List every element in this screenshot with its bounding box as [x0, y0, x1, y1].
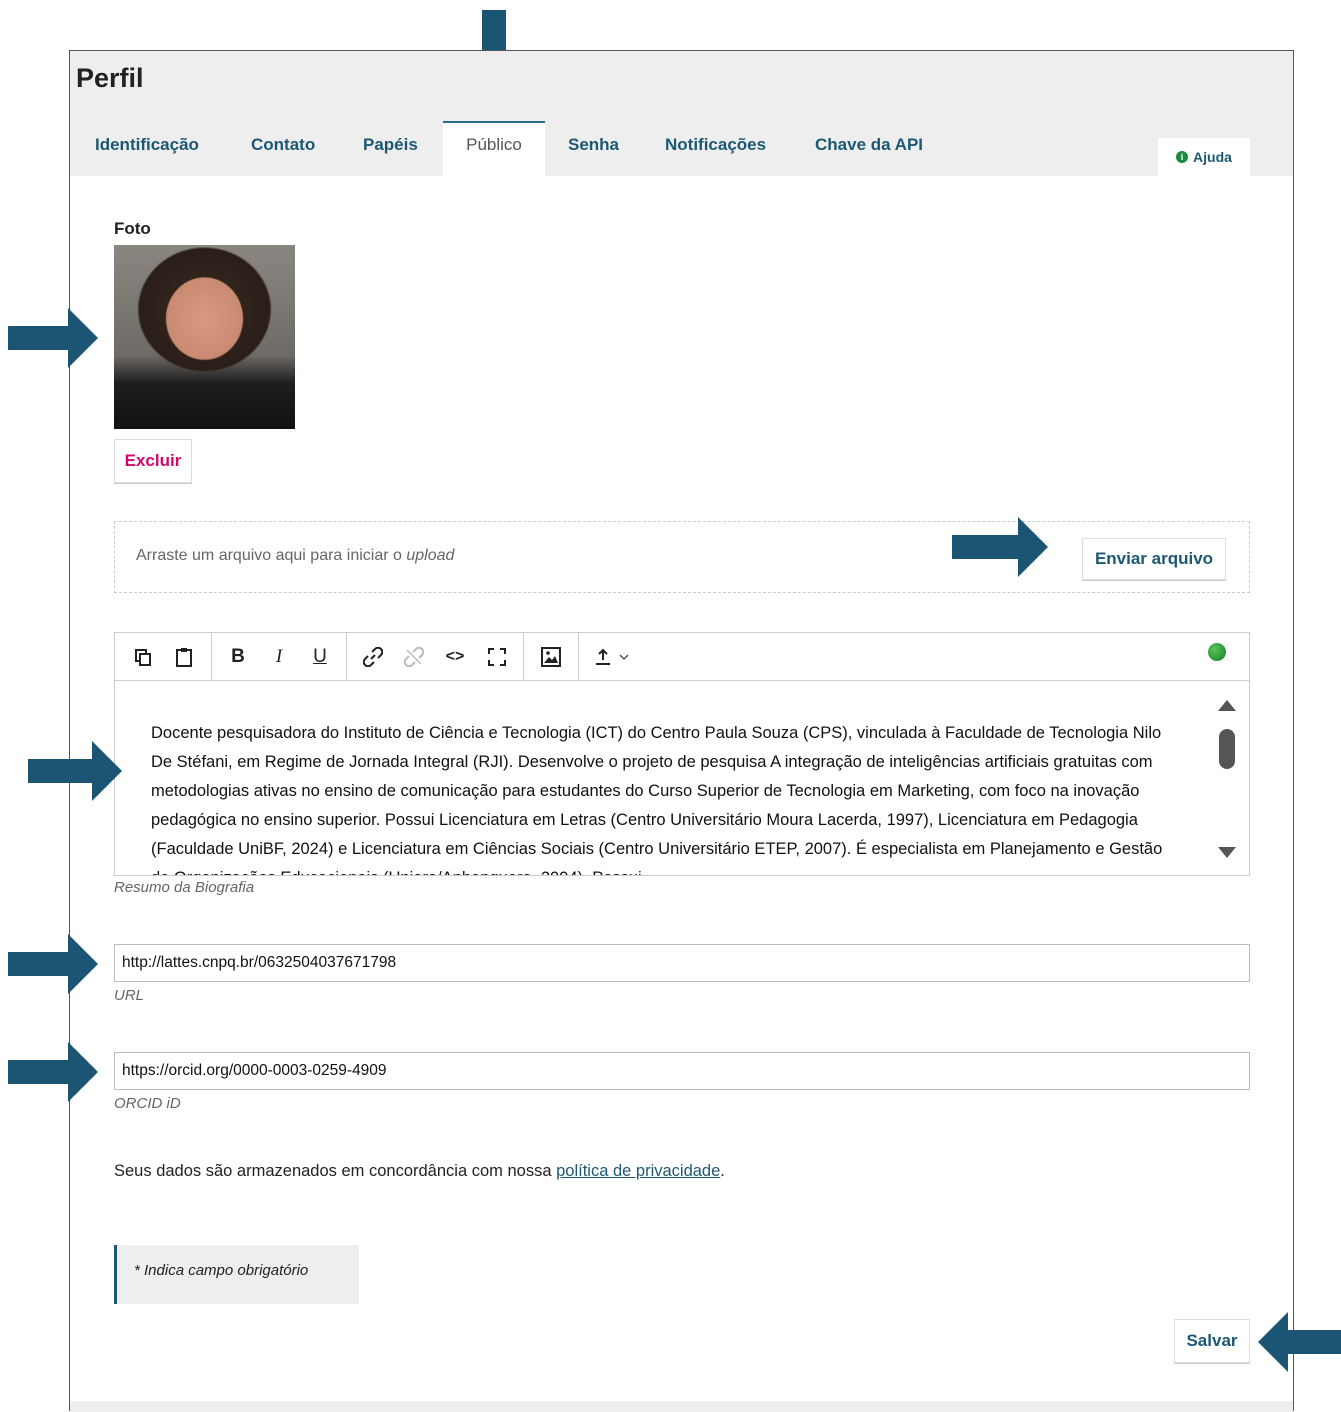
upload-icon[interactable] — [593, 645, 635, 669]
info-icon: i — [1176, 151, 1189, 163]
help-button[interactable]: i Ajuda — [1158, 138, 1250, 176]
paste-icon[interactable] — [172, 645, 196, 669]
profile-panel: Perfil Identificação Contato Papéis Públ… — [69, 50, 1294, 1412]
tab-publico[interactable]: Público — [443, 121, 545, 176]
tab-identificacao[interactable]: Identificação — [95, 121, 199, 176]
tab-papeis[interactable]: Papéis — [363, 121, 418, 176]
biography-description: Resumo da Biografia — [114, 879, 255, 896]
header-band: Perfil Identificação Contato Papéis Públ… — [70, 51, 1293, 176]
arrow-right-annotation — [8, 308, 98, 368]
privacy-notice: Seus dados são armazenados em concordânc… — [114, 1162, 725, 1180]
biography-editor: B I U <> Docente pesquisadora do Institu… — [114, 632, 1250, 876]
upload-file-button[interactable]: Enviar arquivo — [1082, 538, 1226, 580]
unlink-icon[interactable] — [402, 645, 426, 669]
arrow-left-annotation — [1258, 1312, 1341, 1372]
biography-text[interactable]: Docente pesquisadora do Instituto de Ciê… — [151, 719, 1181, 875]
tab-chave-api[interactable]: Chave da API — [815, 121, 923, 176]
globe-icon[interactable] — [1208, 643, 1226, 661]
tab-notificacoes[interactable]: Notificações — [665, 121, 766, 176]
arrow-right-annotation — [28, 741, 122, 801]
scroll-up-icon[interactable] — [1218, 700, 1236, 711]
italic-icon[interactable]: I — [267, 645, 291, 669]
editor-toolbar: B I U <> — [115, 633, 1249, 681]
underline-icon[interactable]: U — [308, 645, 332, 669]
bold-icon[interactable]: B — [226, 645, 250, 669]
footer-band — [70, 1401, 1293, 1412]
tab-contato[interactable]: Contato — [251, 121, 315, 176]
orcid-description: ORCID iD — [114, 1095, 181, 1112]
orcid-input[interactable] — [114, 1052, 1250, 1090]
arrow-right-annotation — [8, 1042, 98, 1102]
upload-dropzone[interactable]: Arraste um arquivo aqui para iniciar o u… — [114, 521, 1250, 593]
tab-senha[interactable]: Senha — [568, 121, 619, 176]
image-icon[interactable] — [539, 645, 563, 669]
url-input[interactable] — [114, 944, 1250, 982]
fullscreen-icon[interactable] — [485, 645, 509, 669]
page-title: Perfil — [76, 63, 144, 93]
dropzone-text: Arraste um arquivo aqui para iniciar o u… — [136, 547, 455, 564]
copy-icon[interactable] — [131, 645, 155, 669]
required-field-note: * Indica campo obrigatório — [114, 1245, 359, 1304]
photo-label: Foto — [114, 219, 151, 238]
privacy-policy-link[interactable]: política de privacidade — [556, 1162, 720, 1180]
scroll-down-icon[interactable] — [1218, 847, 1236, 858]
help-label: Ajuda — [1193, 149, 1232, 165]
profile-photo — [114, 245, 295, 429]
code-icon[interactable]: <> — [443, 645, 467, 669]
arrow-right-annotation — [952, 517, 1048, 577]
link-icon[interactable] — [361, 645, 385, 669]
url-description: URL — [114, 987, 145, 1004]
delete-photo-button[interactable]: Excluir — [114, 439, 192, 483]
scrollbar-thumb[interactable] — [1219, 729, 1235, 769]
save-button[interactable]: Salvar — [1174, 1319, 1250, 1363]
arrow-right-annotation — [8, 934, 98, 994]
